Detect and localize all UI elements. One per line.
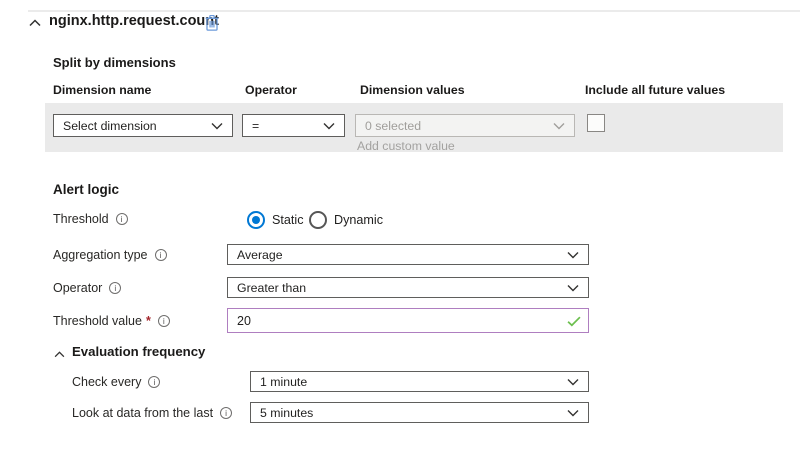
- trash-icon: [205, 15, 219, 31]
- alert-logic-heading: Alert logic: [53, 182, 119, 197]
- chevron-down-icon: [211, 122, 223, 130]
- threshold-static-radio[interactable]: [247, 211, 265, 229]
- collapse-condition-button[interactable]: [28, 18, 42, 28]
- check-every-label: Check every i: [72, 375, 160, 389]
- dimension-values-dropdown[interactable]: 0 selected: [355, 114, 575, 137]
- threshold-label: Threshold i: [53, 212, 128, 226]
- check-every-dropdown[interactable]: 1 minute: [250, 371, 589, 392]
- operator-label: Operator i: [53, 281, 121, 295]
- chevron-down-icon: [567, 251, 579, 259]
- info-icon[interactable]: i: [148, 376, 160, 388]
- chevron-down-icon: [567, 284, 579, 292]
- column-header-include-future-values: Include all future values: [585, 83, 725, 97]
- threshold-dynamic-label[interactable]: Dynamic: [334, 213, 383, 227]
- lookback-dropdown-value: 5 minutes: [260, 406, 561, 420]
- info-icon[interactable]: i: [158, 315, 170, 327]
- operator-dropdown[interactable]: Greater than: [227, 277, 589, 298]
- top-divider: [28, 10, 800, 12]
- aggregation-type-dropdown-value: Average: [237, 248, 561, 262]
- operator-dropdown-value: Greater than: [237, 281, 561, 295]
- evaluation-frequency-heading: Evaluation frequency: [72, 344, 205, 359]
- info-icon[interactable]: i: [155, 249, 167, 261]
- check-every-dropdown-value: 1 minute: [260, 375, 561, 389]
- threshold-static-label[interactable]: Static: [272, 213, 304, 227]
- info-icon[interactable]: i: [109, 282, 121, 294]
- collapse-evaluation-frequency-button[interactable]: [52, 349, 66, 359]
- add-custom-value-link[interactable]: Add custom value: [357, 139, 455, 153]
- chevron-down-icon: [567, 409, 579, 417]
- dimension-operator-dropdown[interactable]: =: [242, 114, 345, 137]
- required-asterisk: *: [146, 314, 151, 328]
- delete-condition-button[interactable]: [204, 14, 220, 32]
- dimension-operator-dropdown-value: =: [252, 119, 317, 133]
- dimension-values-dropdown-value: 0 selected: [365, 119, 547, 133]
- info-icon[interactable]: i: [116, 213, 128, 225]
- metric-alert-condition-panel: nginx.http.request.count Split by dimens…: [0, 0, 800, 454]
- chevron-up-icon: [54, 351, 65, 358]
- dimension-name-dropdown[interactable]: Select dimension: [53, 114, 233, 137]
- chevron-up-icon: [29, 19, 41, 27]
- column-header-operator: Operator: [245, 83, 297, 97]
- radio-dot: [252, 216, 260, 224]
- dimension-name-dropdown-value: Select dimension: [63, 119, 205, 133]
- threshold-value-input[interactable]: [227, 308, 589, 333]
- column-header-dimension-values: Dimension values: [360, 83, 465, 97]
- info-icon[interactable]: i: [220, 407, 232, 419]
- checkmark-icon: [567, 316, 581, 327]
- aggregation-type-dropdown[interactable]: Average: [227, 244, 589, 265]
- column-header-dimension-name: Dimension name: [53, 83, 151, 97]
- chevron-down-icon: [567, 378, 579, 386]
- split-by-dimensions-heading: Split by dimensions: [53, 55, 176, 70]
- threshold-dynamic-radio[interactable]: [309, 211, 327, 229]
- chevron-down-icon: [553, 122, 565, 130]
- aggregation-type-label: Aggregation type i: [53, 248, 167, 262]
- chevron-down-icon: [323, 122, 335, 130]
- threshold-value-label: Threshold value * i: [53, 314, 170, 328]
- condition-title: nginx.http.request.count: [49, 13, 219, 29]
- lookback-label: Look at data from the last i: [72, 406, 232, 420]
- include-future-values-checkbox[interactable]: [587, 114, 605, 132]
- lookback-dropdown[interactable]: 5 minutes: [250, 402, 589, 423]
